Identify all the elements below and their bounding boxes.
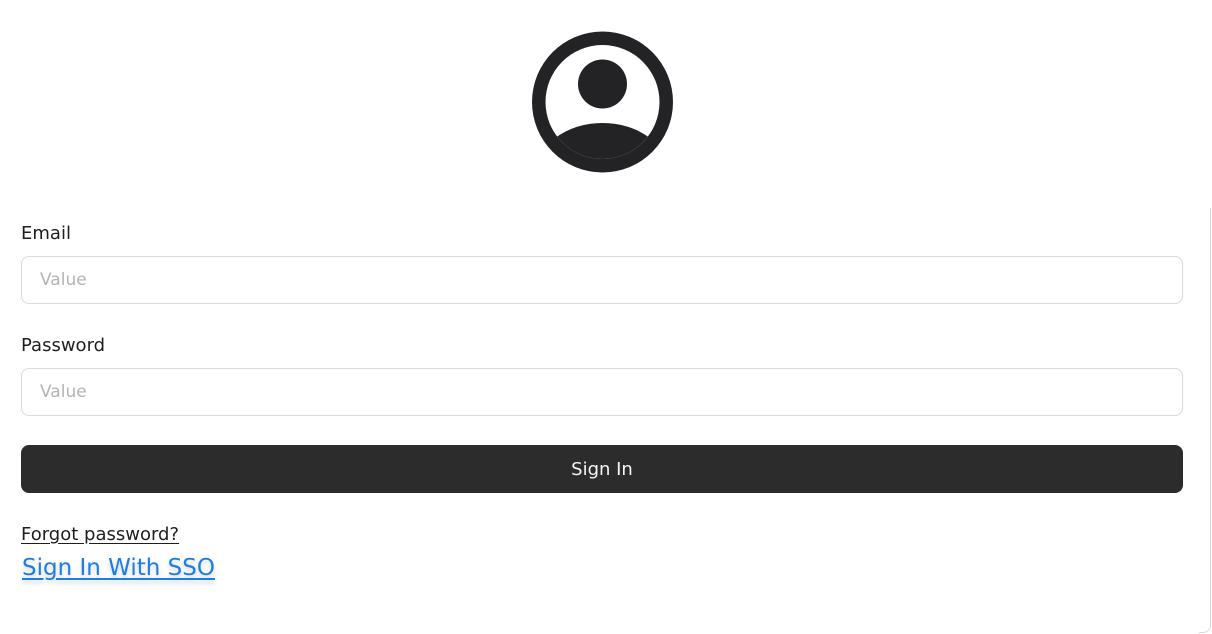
- sign-in-sso-link[interactable]: Sign In With SSO: [22, 554, 215, 582]
- password-label: Password: [21, 335, 106, 356]
- email-field[interactable]: [21, 256, 1183, 304]
- sign-in-button[interactable]: Sign In: [21, 445, 1183, 493]
- sign-in-page: Email Password Sign In Forgot password? …: [0, 0, 1212, 634]
- card-frame-edge: [1199, 208, 1211, 633]
- email-label: Email: [21, 223, 71, 244]
- user-avatar-icon: [532, 31, 673, 173]
- password-field[interactable]: [21, 368, 1183, 416]
- forgot-password-link[interactable]: Forgot password?: [21, 524, 179, 546]
